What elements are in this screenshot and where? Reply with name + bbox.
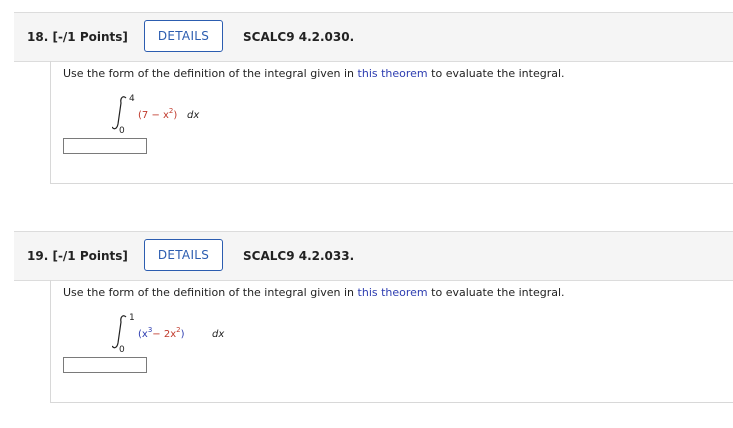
differential: dx <box>212 329 224 340</box>
question-18-header: 18. [-/1 Points] DETAILS SCALC9 4.2.030. <box>14 12 733 62</box>
question-19-integral: 1 0 (x3− 2x2) dx <box>112 313 224 352</box>
integral-lower-limit: 0 <box>119 345 125 352</box>
integrand: (7 − x2) <box>138 107 177 121</box>
question-19-number-points: 19. [-/1 Points] <box>27 249 128 263</box>
question-19-code: SCALC9 4.2.033. <box>243 249 355 263</box>
question-18-number-points: 18. [-/1 Points] <box>27 30 128 44</box>
question-19-details-button[interactable]: DETAILS <box>144 239 223 271</box>
question-18-code: SCALC9 4.2.030. <box>243 30 355 44</box>
integral-upper-limit: 1 <box>129 313 135 323</box>
question-18-integral: 4 0 (7 − x2) dx <box>112 94 199 133</box>
integral-sign-icon <box>112 315 127 349</box>
integral-sign-icon <box>112 96 127 130</box>
question-19-prompt: Use the form of the definition of the in… <box>63 286 565 299</box>
question-19-body: Use the form of the definition of the in… <box>50 280 733 403</box>
this-theorem-link[interactable]: this theorem <box>358 67 428 80</box>
question-19-answer-input[interactable] <box>63 357 147 373</box>
question-18-details-button[interactable]: DETAILS <box>144 20 223 52</box>
differential: dx <box>187 110 199 121</box>
integrand: (x3− 2x2) <box>138 326 185 340</box>
question-18-body: Use the form of the definition of the in… <box>50 61 733 184</box>
integral-lower-limit: 0 <box>119 126 125 133</box>
this-theorem-link[interactable]: this theorem <box>358 286 428 299</box>
integral-upper-limit: 4 <box>129 94 135 104</box>
question-19-header: 19. [-/1 Points] DETAILS SCALC9 4.2.033. <box>14 231 733 281</box>
question-18-answer-input[interactable] <box>63 138 147 154</box>
question-18-prompt: Use the form of the definition of the in… <box>63 67 565 80</box>
